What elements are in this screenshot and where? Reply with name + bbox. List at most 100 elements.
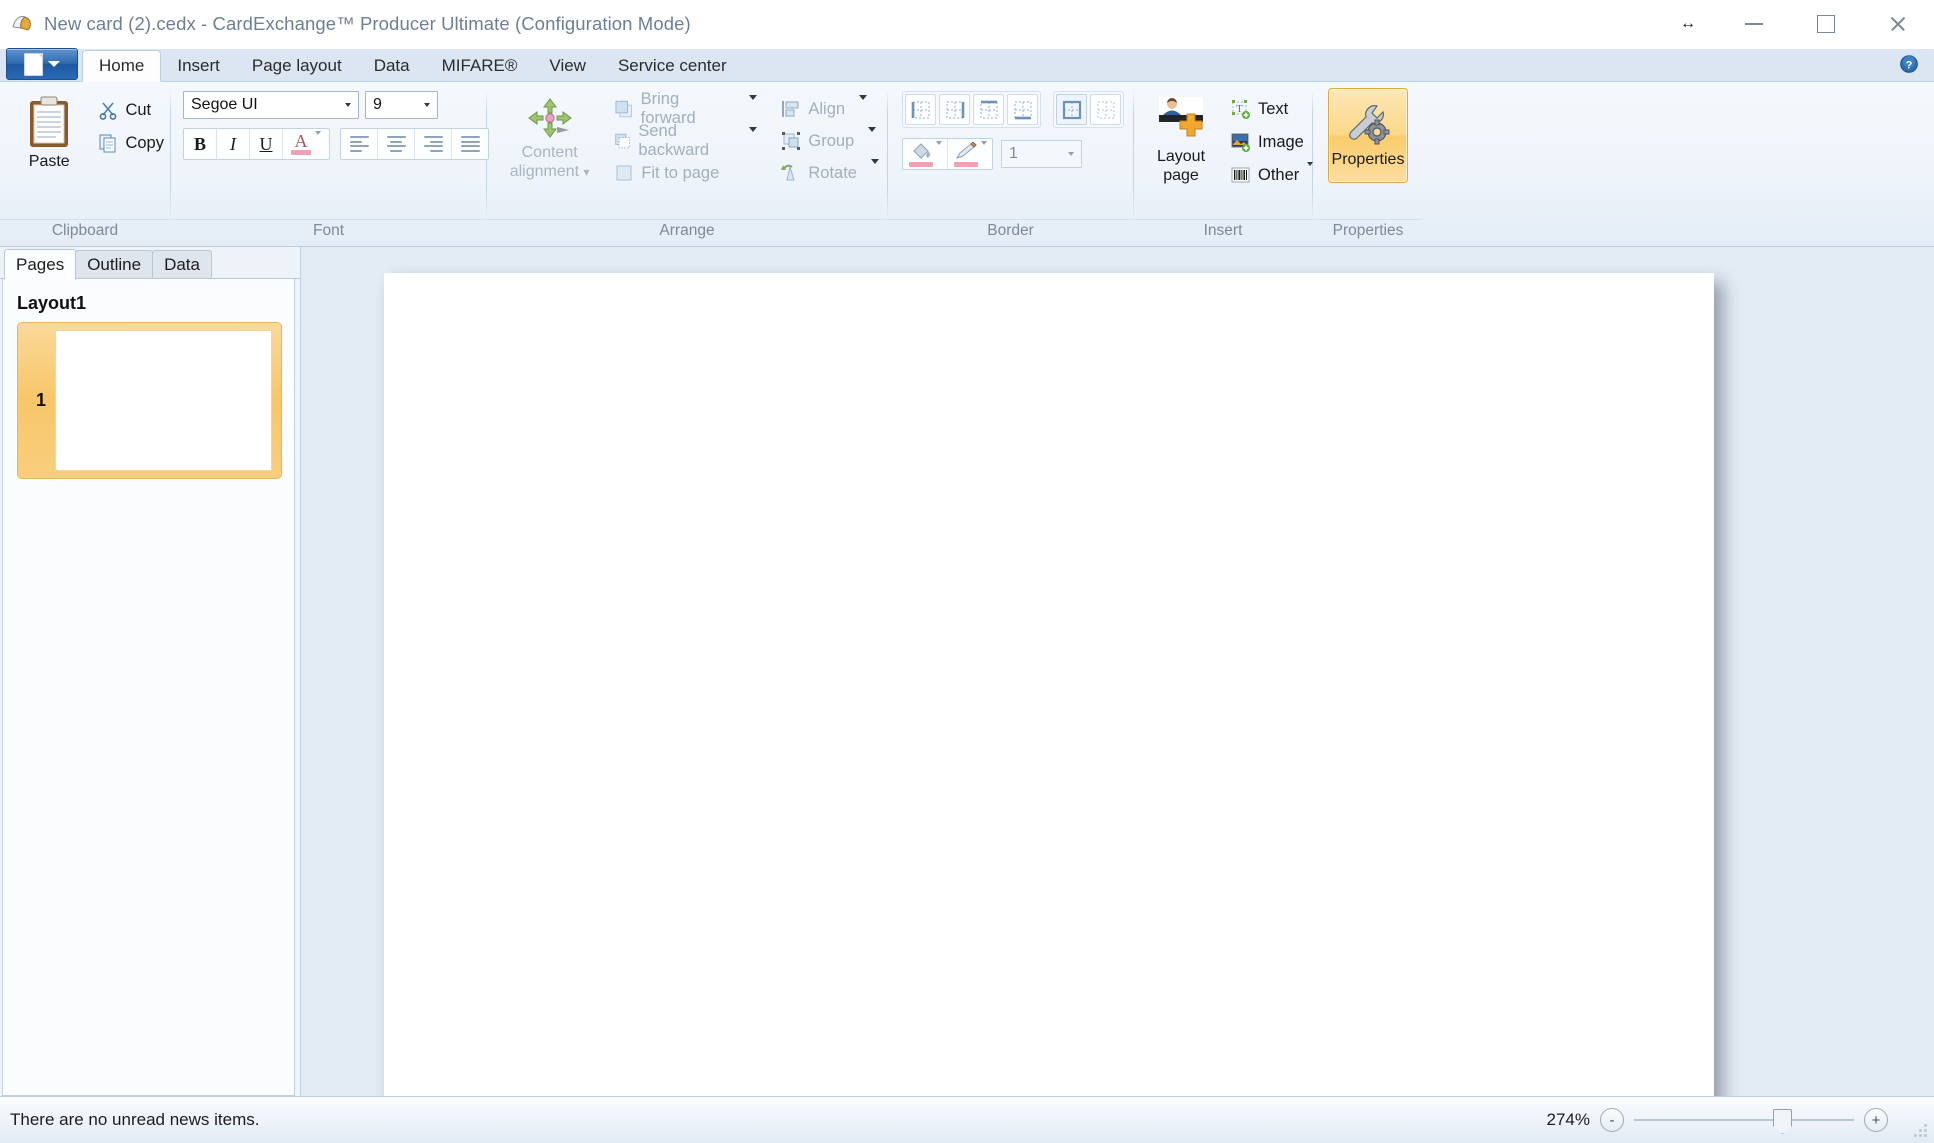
paste-label: Paste — [28, 153, 70, 170]
sidebar-tab-pages[interactable]: Pages — [4, 249, 77, 280]
underline-button[interactable]: U — [250, 129, 283, 159]
bold-label: B — [193, 133, 206, 154]
send-backward-dropdown[interactable] — [741, 127, 765, 150]
copy-button[interactable]: Copy — [92, 129, 170, 157]
sidebar-tab-strip: Pages Outline Data — [0, 247, 300, 280]
tab-mifare[interactable]: MIFARE® — [426, 51, 534, 81]
chevron-down-icon — [339, 103, 356, 107]
insert-image-icon — [1231, 133, 1250, 152]
zoom-out-button[interactable]: - — [1600, 1108, 1624, 1132]
insert-image-label: Image — [1258, 132, 1304, 151]
border-bottom-button[interactable] — [1007, 94, 1038, 125]
fit-to-page-button[interactable]: Fit to page — [608, 159, 765, 187]
title-bar: New card (2).cedx - CardExchange™ Produc… — [0, 0, 1934, 49]
tab-page-layout[interactable]: Page layout — [236, 51, 358, 81]
card-page-surface[interactable] — [384, 273, 1714, 1096]
tab-home[interactable]: Home — [82, 50, 162, 82]
properties-button[interactable]: Properties — [1328, 88, 1408, 183]
properties-wrench-gear-icon — [1349, 105, 1390, 145]
cut-button[interactable]: Cut — [92, 96, 170, 124]
ribbon-group-insert: Layout page T Text Image Other Insert — [1134, 82, 1314, 246]
layout-group-title: Layout1 — [17, 293, 87, 313]
send-backward-label: Send backward — [638, 122, 709, 159]
tab-service-center[interactable]: Service center — [602, 51, 743, 81]
insert-image-button[interactable]: Image — [1224, 128, 1319, 156]
application-menu-button[interactable] — [6, 48, 78, 80]
group-objects-icon — [782, 132, 801, 150]
chevron-down-icon — [315, 131, 321, 153]
line-width-value: 1 — [1009, 145, 1018, 162]
align-justify-button[interactable] — [452, 129, 488, 159]
insert-text-button[interactable]: T Text — [1224, 95, 1319, 123]
work-area: Pages Outline Data Layout1 1 — [0, 247, 1934, 1096]
fit-to-page-label: Fit to page — [641, 163, 720, 182]
maximize-button[interactable] — [1790, 0, 1862, 48]
align-justify-icon — [460, 135, 480, 153]
align-center-button[interactable] — [378, 129, 415, 159]
rotate-button[interactable]: Rotate — [775, 159, 863, 187]
font-family-combobox[interactable]: Segoe UI — [183, 91, 359, 119]
italic-label: I — [230, 133, 236, 154]
border-left-button[interactable] — [905, 94, 936, 125]
font-controls-row-2: B I U A — [183, 128, 489, 160]
border-none-button[interactable] — [1090, 94, 1121, 125]
fill-color-swatch — [908, 161, 933, 167]
window-controls: ↔ — [1658, 0, 1934, 48]
font-size-combobox[interactable]: 9 — [365, 91, 438, 119]
page-number-label: 1 — [35, 390, 46, 410]
paste-button[interactable]: Paste — [12, 91, 86, 174]
bold-button[interactable]: B — [184, 129, 217, 159]
zoom-in-button[interactable]: + — [1864, 1108, 1888, 1132]
sidebar-tab-data[interactable]: Data — [152, 250, 212, 279]
fill-color-button[interactable] — [903, 139, 948, 169]
line-width-combobox[interactable]: 1 — [1001, 140, 1082, 168]
content-alignment-button[interactable]: Content alignment ▾ — [501, 91, 598, 186]
align-right-button[interactable] — [415, 129, 452, 159]
tab-insert-label: Insert — [177, 56, 220, 75]
tab-data[interactable]: Data — [358, 51, 426, 81]
document-icon — [24, 52, 43, 76]
group-button[interactable]: Group — [775, 127, 860, 155]
ribbon-tab-strip: Home Insert Page layout Data MIFARE® Vie… — [0, 48, 1934, 82]
help-icon[interactable]: ? — [1898, 53, 1920, 75]
bring-forward-dropdown[interactable] — [741, 95, 765, 118]
align-dropdown[interactable] — [851, 95, 875, 118]
border-style-row — [902, 91, 1124, 128]
sidebar-tab-outline-label: Outline — [87, 255, 142, 274]
font-size-value: 9 — [373, 96, 382, 113]
rotate-dropdown[interactable] — [863, 159, 887, 182]
tab-view[interactable]: View — [533, 51, 602, 81]
page-thumbnail-preview — [55, 330, 272, 471]
minimize-button[interactable] — [1718, 0, 1790, 48]
align-button[interactable]: Align — [775, 95, 851, 123]
zoom-slider[interactable] — [1634, 1109, 1854, 1134]
send-backward-button[interactable]: Send backward — [608, 122, 741, 159]
insert-text-icon: T — [1232, 100, 1250, 119]
resize-handle-icon[interactable]: ↔ — [1658, 0, 1718, 48]
tab-service-center-label: Service center — [617, 56, 727, 75]
italic-button[interactable]: I — [217, 129, 250, 159]
page-thumbnail-item[interactable]: 1 — [17, 322, 282, 479]
close-button[interactable] — [1862, 0, 1934, 48]
line-color-button[interactable] — [948, 139, 992, 169]
align-left-button[interactable] — [341, 129, 378, 159]
border-top-button[interactable] — [973, 94, 1004, 125]
layout-page-button[interactable]: Layout page — [1144, 91, 1218, 189]
design-canvas[interactable] — [301, 247, 1934, 1096]
bring-forward-button[interactable]: Bring forward — [608, 90, 741, 127]
group-label-border: Border — [888, 219, 1133, 246]
tab-insert[interactable]: Insert — [161, 51, 236, 81]
zoom-controls: 274% - + — [1547, 1108, 1934, 1134]
insert-other-button[interactable]: Other — [1224, 161, 1319, 189]
pages-panel-body: Layout1 1 — [2, 279, 295, 1096]
title-bar-left: New card (2).cedx - CardExchange™ Produc… — [0, 13, 691, 35]
zoom-slider-thumb[interactable] — [1773, 1109, 1792, 1134]
border-all-button[interactable] — [1056, 94, 1087, 125]
font-color-button[interactable]: A — [283, 129, 329, 159]
resize-grip-icon[interactable] — [1914, 1124, 1928, 1138]
border-bottom-icon — [1013, 100, 1032, 119]
sidebar-tab-outline[interactable]: Outline — [75, 250, 154, 279]
border-right-button[interactable] — [939, 94, 970, 125]
chevron-down-icon — [48, 61, 60, 67]
group-dropdown[interactable] — [860, 127, 884, 150]
